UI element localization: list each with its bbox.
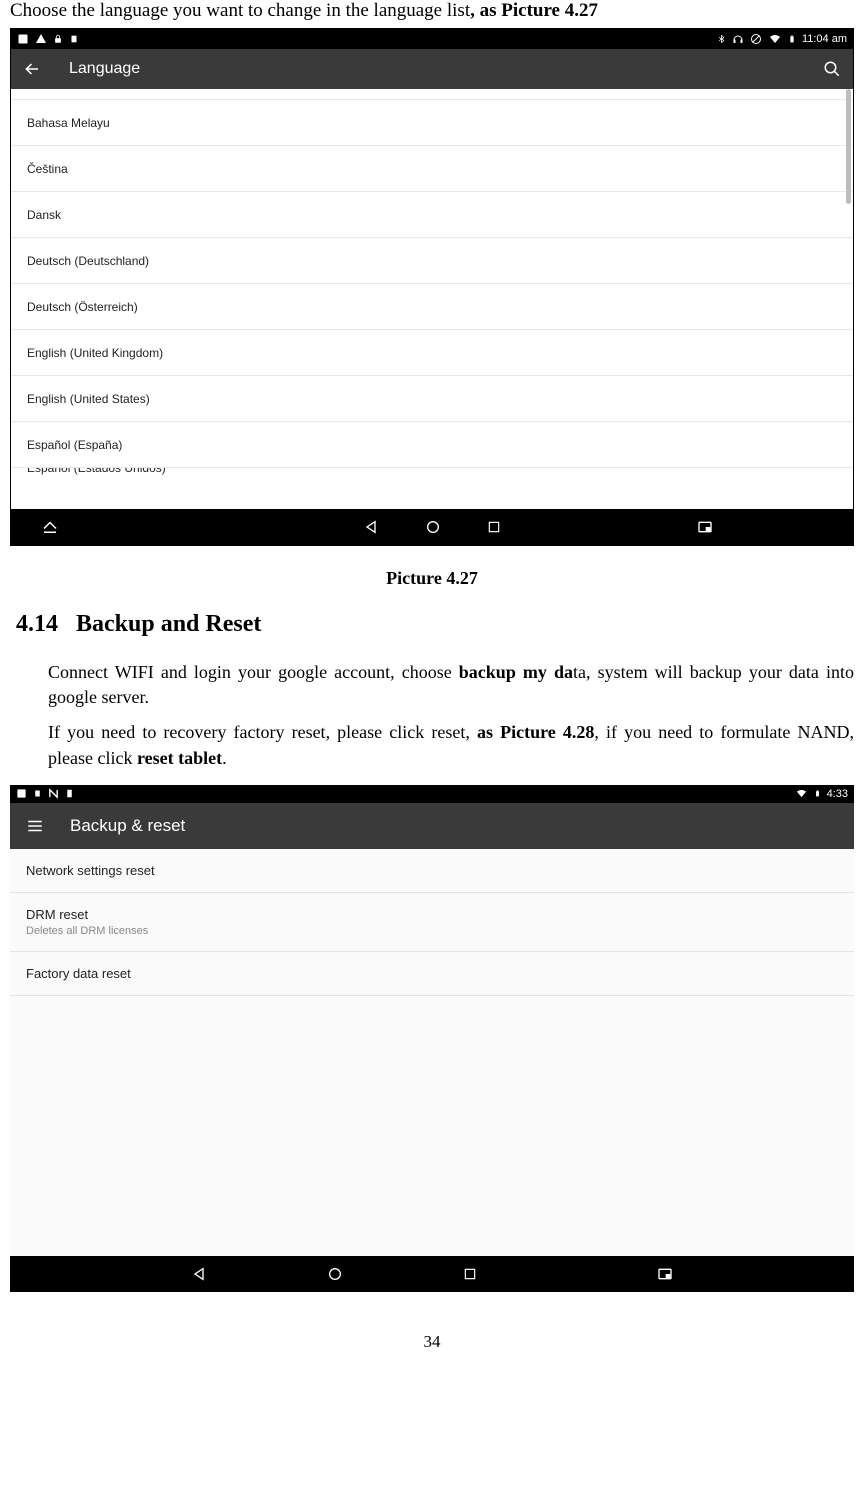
list-item[interactable]: English (United Kingdom) (11, 329, 853, 375)
statusbar-right-icons: 4:33 (795, 788, 848, 800)
lang-label: Español (Estados Unidos) (27, 467, 166, 475)
list-item-network-reset[interactable]: Network settings reset (10, 849, 854, 893)
nav-back-icon[interactable] (363, 519, 379, 535)
sd-card-icon (33, 788, 42, 799)
empty-area (10, 996, 854, 1256)
sim-icon (65, 788, 74, 799)
image-icon (16, 788, 27, 799)
language-list[interactable]: Bahasa Indonesia Bahasa Melayu Čeština D… (11, 89, 853, 509)
appbar-title: Language (69, 60, 140, 78)
section-title: Backup and Reset (76, 611, 261, 637)
statusbar-time: 4:33 (827, 788, 848, 800)
instruction-text: Choose the language you want to change i… (10, 0, 854, 22)
section-number: 4.14 (16, 611, 58, 637)
screenshot-language-list: 11:04 am Language Bahasa Indonesia Bahas… (10, 28, 854, 546)
list-item[interactable]: Deutsch (Österreich) (11, 283, 853, 329)
language-appbar: Language (11, 49, 853, 89)
android-statusbar: 11:04 am (11, 29, 853, 49)
list-item[interactable]: Español (Estados Unidos) (11, 467, 853, 487)
backup-reset-list: Network settings reset DRM reset Deletes… (10, 849, 854, 996)
list-item-drm-reset[interactable]: DRM reset Deletes all DRM licenses (10, 893, 854, 952)
lang-label: English (United Kingdom) (27, 346, 163, 360)
no-sim-icon (750, 33, 762, 45)
lang-label: Čeština (27, 162, 68, 176)
statusbar-right-icons: 11:04 am (717, 33, 847, 45)
intro-plain: Choose the language you want to change i… (10, 0, 470, 21)
lang-label: Deutsch (Deutschland) (27, 254, 149, 268)
statusbar-time: 11:04 am (802, 33, 847, 45)
hamburger-menu-icon[interactable] (26, 817, 44, 835)
section-heading: 4.14 Backup and Reset (16, 611, 854, 638)
list-item[interactable]: Bahasa Melayu (11, 99, 853, 145)
statusbar-left-icons (16, 788, 74, 799)
nav-screenshot-icon[interactable] (657, 1266, 673, 1282)
page-number: 34 (10, 1332, 854, 1352)
nav-hide-icon[interactable] (41, 518, 59, 536)
wifi-icon (768, 33, 782, 45)
text-bold: backup my da (459, 662, 573, 682)
lang-label: Deutsch (Österreich) (27, 300, 138, 314)
list-item[interactable]: Español (España) (11, 421, 853, 467)
n-preview-icon (48, 788, 59, 799)
intro-bold: , as Picture 4.27 (470, 0, 598, 21)
nav-recent-icon[interactable] (463, 1267, 477, 1281)
lang-label: Bahasa Melayu (27, 116, 110, 130)
item-title: Network settings reset (26, 863, 838, 878)
warning-icon (35, 33, 47, 45)
battery-icon (814, 788, 821, 799)
nav-recent-icon[interactable] (487, 520, 501, 534)
item-title: Factory data reset (26, 966, 838, 981)
appbar-title: Backup & reset (70, 816, 185, 836)
wifi-icon (795, 788, 808, 799)
lang-label: Dansk (27, 208, 61, 222)
lang-label: English (United States) (27, 392, 150, 406)
scroll-indicator[interactable] (846, 89, 851, 204)
text: . (222, 748, 227, 768)
bluetooth-icon (717, 33, 726, 45)
lang-label: Español (España) (27, 438, 122, 452)
lock-icon (53, 33, 63, 45)
paragraph: Connect WIFI and login your google accou… (48, 660, 854, 710)
screenshot-backup-reset: 4:33 Backup & reset Network settings res… (10, 785, 854, 1292)
text-bold: reset tablet (137, 748, 222, 768)
backup-reset-appbar: Backup & reset (10, 803, 854, 849)
statusbar-left-icons (17, 33, 79, 45)
text: If you need to recovery factory reset, p… (48, 722, 477, 742)
headphones-icon (732, 33, 744, 45)
back-arrow-icon[interactable] (23, 60, 41, 78)
image-icon (17, 33, 29, 45)
nav-home-icon[interactable] (327, 1266, 343, 1282)
list-item-factory-reset[interactable]: Factory data reset (10, 952, 854, 996)
list-item[interactable]: Bahasa Indonesia (11, 89, 853, 99)
sd-card-icon (69, 33, 79, 45)
list-item[interactable]: Dansk (11, 191, 853, 237)
list-item[interactable]: English (United States) (11, 375, 853, 421)
android-statusbar: 4:33 (10, 785, 854, 803)
item-subtitle: Deletes all DRM licenses (26, 925, 838, 937)
battery-icon (788, 33, 796, 45)
search-icon[interactable] (823, 60, 841, 78)
android-navbar (11, 509, 853, 545)
text-bold: as Picture 4.28 (477, 722, 594, 742)
nav-home-icon[interactable] (425, 519, 441, 535)
paragraph: If you need to recovery factory reset, p… (48, 720, 854, 770)
item-title: DRM reset (26, 907, 838, 922)
text: Connect WIFI and login your google accou… (48, 662, 459, 682)
figure-caption: Picture 4.27 (10, 568, 854, 589)
nav-screenshot-icon[interactable] (697, 519, 713, 535)
list-item[interactable]: Čeština (11, 145, 853, 191)
nav-back-icon[interactable] (191, 1266, 207, 1282)
list-item[interactable]: Deutsch (Deutschland) (11, 237, 853, 283)
android-navbar (10, 1256, 854, 1292)
